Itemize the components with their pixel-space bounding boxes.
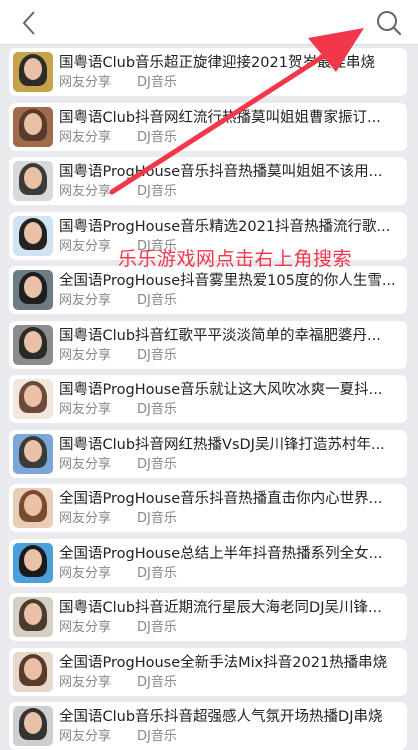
song-thumbnail [13,433,53,474]
song-thumbnail [13,52,53,92]
song-thumbnail [13,651,53,692]
song-title: 国粤语Club音乐超正旋律迎接2021贺岁最佳串烧 [59,55,375,71]
song-category: DJ音乐 [137,456,177,472]
song-thumbnail [13,324,53,365]
song-category: DJ音乐 [137,402,177,417]
song-category: DJ音乐 [137,729,177,744]
list-item[interactable]: 全国语ProgHouse总结上半年抖音热播系列全女... 网友分享 DJ音乐 [9,538,407,587]
song-title: 全国语ProgHouse总结上半年抖音热播系列全女... [59,545,383,562]
song-thumbnail [13,379,53,419]
list-item[interactable]: 国粤语Club音乐超正旋律迎接2021贺岁最佳串烧 网友分享 DJ音乐 [9,48,407,96]
song-title: 全国语ProgHouse全新手法Mix抖音2021热播串烧 [59,654,388,671]
song-source: 网友分享 [59,620,112,635]
song-title: 国粤语ProgHouse音乐就让这大风吹冰爽一夏抖... [59,382,383,398]
song-source: 网友分享 [59,729,112,744]
list-item[interactable]: 国粤语Club抖音网红流行热播莫叫姐姐曹家振订... 网友分享 DJ音乐 [9,102,407,151]
song-source: 网友分享 [59,347,112,363]
list-item[interactable]: 国粤语Club抖音近期流行星辰大海老同DJ吴川锋... 网友分享 DJ音乐 [9,593,407,641]
song-title: 国粤语Club抖音红歌平平淡淡简单的幸福肥婆丹... [59,327,381,344]
song-source: 网友分享 [59,511,112,526]
song-source: 网友分享 [59,402,112,417]
song-title: 国粤语Club抖音近期流行星辰大海老同DJ吴川锋... [59,600,382,616]
song-source: 网友分享 [59,565,112,581]
song-source: 网友分享 [59,674,112,690]
song-thumbnail [13,215,53,256]
song-title: 全国语ProgHouse音乐抖音热播直击你内心世界... [59,491,383,507]
song-category: DJ音乐 [137,565,177,581]
top-bar [0,0,418,45]
song-source: 网友分享 [59,456,112,472]
song-source: 网友分享 [59,129,112,145]
song-thumbnail [13,106,53,147]
search-button[interactable] [372,7,406,39]
song-category: DJ音乐 [137,511,177,526]
song-category: DJ音乐 [137,674,177,690]
song-source: 网友分享 [59,75,112,90]
song-thumbnail [13,161,53,201]
song-thumbnail [13,542,53,583]
song-category: DJ音乐 [137,129,177,145]
song-title: 国粤语ProgHouse音乐抖音热播莫叫姐姐不该用... [59,164,383,180]
chevron-left-icon [22,11,35,35]
list-item[interactable]: 国粤语Club抖音红歌平平淡淡简单的幸福肥婆丹... 网友分享 DJ音乐 [9,320,407,369]
list-item[interactable]: 全国语ProgHouse抖音雾里热爱105度的你人生雪... 网友分享 DJ音乐 [9,266,407,314]
song-thumbnail [13,706,53,746]
list-item[interactable]: 全国语Club音乐抖音超强感人气氛开场热播DJ串烧 网友分享 DJ音乐 [9,702,407,750]
annotation-text: 乐乐游戏网点击右上角搜索 [118,248,353,270]
song-thumbnail [13,597,53,637]
back-button[interactable] [14,8,48,38]
search-icon [377,11,402,36]
list-item[interactable]: 国粤语Club抖音网红热播VsDJ吴川锋打造苏村年... 网友分享 DJ音乐 [9,429,407,478]
song-source: 网友分享 [59,184,112,199]
song-category: DJ音乐 [137,75,177,90]
list-item[interactable]: 全国语ProgHouse音乐抖音热播直击你内心世界... 网友分享 DJ音乐 [9,484,407,532]
list-item[interactable]: 全国语ProgHouse全新手法Mix抖音2021热播串烧 网友分享 DJ音乐 [9,647,407,696]
song-title: 国粤语ProgHouse音乐精选2021抖音热播流行歌... [59,218,391,235]
song-title: 全国语Club音乐抖音超强感人气氛开场热播DJ串烧 [59,709,383,725]
song-title: 国粤语Club抖音网红热播VsDJ吴川锋打造苏村年... [59,436,385,453]
song-category: DJ音乐 [137,347,177,363]
song-category: DJ音乐 [137,620,177,635]
list-item[interactable]: 国粤语ProgHouse音乐抖音热播莫叫姐姐不该用... 网友分享 DJ音乐 [9,157,407,205]
song-category: DJ音乐 [137,293,177,308]
song-source: 网友分享 [59,238,112,254]
song-thumbnail [13,270,53,310]
song-title: 全国语ProgHouse抖音雾里热爱105度的你人生雪... [59,273,396,289]
song-category: DJ音乐 [137,184,177,199]
song-thumbnail [13,488,53,528]
song-source: 网友分享 [59,293,112,308]
song-title: 国粤语Club抖音网红流行热播莫叫姐姐曹家振订... [59,109,381,126]
list-item[interactable]: 国粤语ProgHouse音乐就让这大风吹冰爽一夏抖... 网友分享 DJ音乐 [9,375,407,423]
